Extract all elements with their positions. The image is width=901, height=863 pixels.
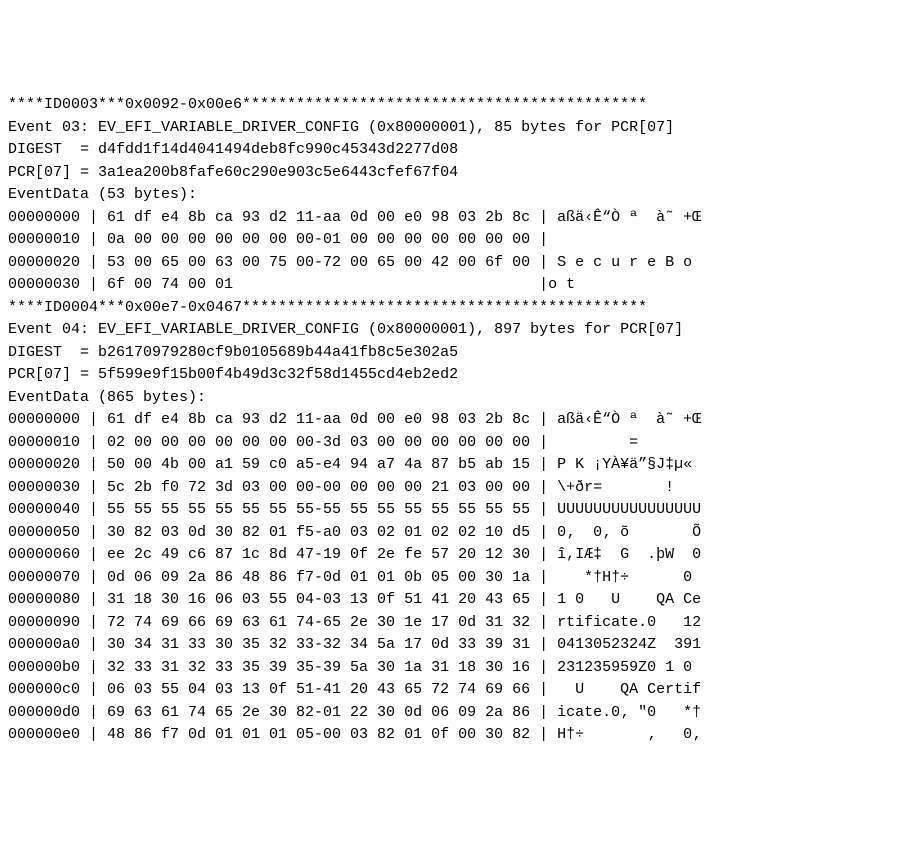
dump-line: Event 04: EV_EFI_VARIABLE_DRIVER_CONFIG … (8, 319, 893, 342)
dump-line: 00000080 | 31 18 30 16 06 03 55 04-03 13… (8, 589, 893, 612)
dump-line: Event 03: EV_EFI_VARIABLE_DRIVER_CONFIG … (8, 117, 893, 140)
dump-line: 00000000 | 61 df e4 8b ca 93 d2 11-aa 0d… (8, 207, 893, 230)
dump-line: 00000030 | 5c 2b f0 72 3d 03 00 00-00 00… (8, 477, 893, 500)
dump-line: 000000c0 | 06 03 55 04 03 13 0f 51-41 20… (8, 679, 893, 702)
dump-line: 00000010 | 02 00 00 00 00 00 00 00-3d 03… (8, 432, 893, 455)
dump-line: 000000e0 | 48 86 f7 0d 01 01 01 05-00 03… (8, 724, 893, 747)
dump-line: PCR[07] = 3a1ea200b8fafe60c290e903c5e644… (8, 162, 893, 185)
dump-line: 000000b0 | 32 33 31 32 33 35 39 35-39 5a… (8, 657, 893, 680)
dump-line: 00000070 | 0d 06 09 2a 86 48 86 f7-0d 01… (8, 567, 893, 590)
dump-line: EventData (53 bytes): (8, 184, 893, 207)
dump-line: ****ID0003***0x0092-0x00e6**************… (8, 94, 893, 117)
dump-line: 00000020 | 50 00 4b 00 a1 59 c0 a5-e4 94… (8, 454, 893, 477)
dump-line: 000000d0 | 69 63 61 74 65 2e 30 82-01 22… (8, 702, 893, 725)
dump-line: DIGEST = d4fdd1f14d4041494deb8fc990c4534… (8, 139, 893, 162)
dump-line: 00000030 | 6f 00 74 00 01 |o t (8, 274, 893, 297)
dump-line: 00000050 | 30 82 03 0d 30 82 01 f5-a0 03… (8, 522, 893, 545)
dump-line: EventData (865 bytes): (8, 387, 893, 410)
dump-line: ****ID0004***0x00e7-0x0467**************… (8, 297, 893, 320)
dump-line: 00000000 | 61 df e4 8b ca 93 d2 11-aa 0d… (8, 409, 893, 432)
dump-line: DIGEST = b26170979280cf9b0105689b44a41fb… (8, 342, 893, 365)
dump-line: 000000a0 | 30 34 31 33 30 35 32 33-32 34… (8, 634, 893, 657)
hex-dump-block: ****ID0003***0x0092-0x00e6**************… (8, 94, 893, 747)
dump-line: 00000010 | 0a 00 00 00 00 00 00 00-01 00… (8, 229, 893, 252)
dump-line: PCR[07] = 5f599e9f15b00f4b49d3c32f58d145… (8, 364, 893, 387)
dump-line: 00000020 | 53 00 65 00 63 00 75 00-72 00… (8, 252, 893, 275)
dump-line: 00000090 | 72 74 69 66 69 63 61 74-65 2e… (8, 612, 893, 635)
dump-line: 00000060 | ee 2c 49 c6 87 1c 8d 47-19 0f… (8, 544, 893, 567)
dump-line: 00000040 | 55 55 55 55 55 55 55 55-55 55… (8, 499, 893, 522)
